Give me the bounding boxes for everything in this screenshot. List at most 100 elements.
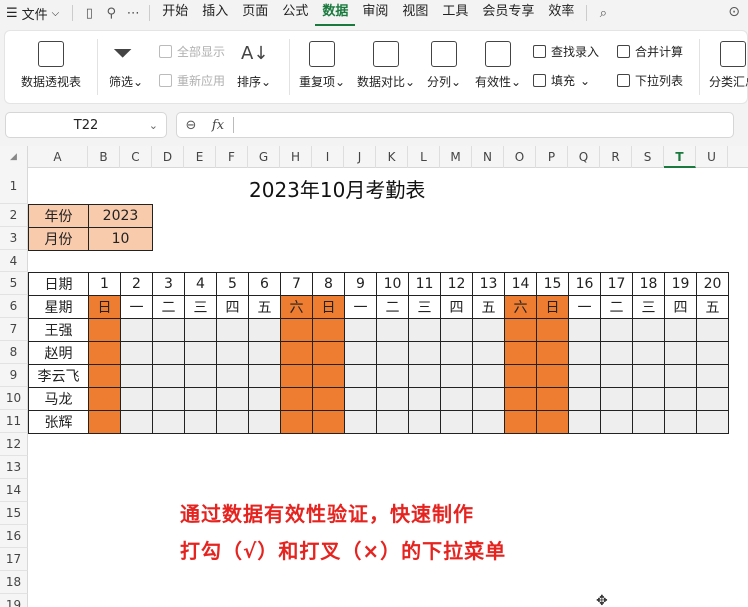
month-value-cell[interactable]: 10 <box>88 227 153 251</box>
attendance-cell[interactable] <box>120 318 153 342</box>
attendance-cell[interactable] <box>664 318 697 342</box>
attendance-cell[interactable] <box>152 364 185 388</box>
validity-button[interactable]: 有效性⌄ <box>475 31 521 90</box>
attendance-cell[interactable] <box>536 387 569 411</box>
weekday-cell[interactable]: 日 <box>312 295 345 319</box>
column-header-K[interactable]: K <box>376 146 408 168</box>
row-header-1[interactable]: 1 <box>0 168 28 204</box>
attendance-cell[interactable] <box>216 387 249 411</box>
attendance-cell[interactable] <box>408 318 441 342</box>
attendance-cell[interactable] <box>504 341 537 365</box>
attendance-cell[interactable] <box>184 410 217 434</box>
show-all-button[interactable]: 全部显示 <box>159 43 225 60</box>
attendance-cell[interactable] <box>184 387 217 411</box>
attendance-cell[interactable] <box>248 318 281 342</box>
weekday-cell[interactable]: 三 <box>184 295 217 319</box>
attendance-cell[interactable] <box>600 364 633 388</box>
zoom-icon[interactable]: ⊖ <box>177 118 205 133</box>
attendance-cell[interactable] <box>472 318 505 342</box>
attendance-cell[interactable] <box>248 364 281 388</box>
attendance-cell[interactable] <box>344 364 377 388</box>
attendance-cell[interactable] <box>408 387 441 411</box>
employee-name-cell[interactable]: 赵明 <box>28 341 89 365</box>
menu-tab-4[interactable]: 数据 <box>315 0 356 26</box>
select-all-corner[interactable]: ◢ <box>0 146 28 168</box>
day-cell[interactable]: 19 <box>664 272 697 296</box>
column-header-F[interactable]: F <box>216 146 248 168</box>
row-header-2[interactable]: 2 <box>0 204 28 227</box>
column-header-N[interactable]: N <box>472 146 504 168</box>
weekday-cell[interactable]: 六 <box>504 295 537 319</box>
attendance-cell[interactable] <box>312 410 345 434</box>
day-cell[interactable]: 12 <box>440 272 473 296</box>
day-cell[interactable]: 13 <box>472 272 505 296</box>
day-cell[interactable]: 20 <box>696 272 729 296</box>
attendance-cell[interactable] <box>568 318 601 342</box>
attendance-cell[interactable] <box>536 410 569 434</box>
row-header-9[interactable]: 9 <box>0 364 28 387</box>
more-icon[interactable]: ⋯ <box>122 6 144 21</box>
attendance-cell[interactable] <box>504 318 537 342</box>
attendance-cell[interactable] <box>696 318 729 342</box>
attendance-cell[interactable] <box>440 364 473 388</box>
name-box[interactable]: T22 ⌄ <box>5 112 167 138</box>
attendance-cell[interactable] <box>440 410 473 434</box>
attendance-cell[interactable] <box>632 364 665 388</box>
day-cell[interactable]: 1 <box>88 272 121 296</box>
column-header-M[interactable]: M <box>440 146 472 168</box>
attendance-cell[interactable] <box>88 318 121 342</box>
day-cell[interactable]: 10 <box>376 272 409 296</box>
attendance-cell[interactable] <box>184 364 217 388</box>
weekday-cell[interactable]: 四 <box>216 295 249 319</box>
attendance-cell[interactable] <box>696 387 729 411</box>
attendance-cell[interactable] <box>344 387 377 411</box>
day-cell[interactable]: 16 <box>568 272 601 296</box>
weekday-cell[interactable]: 三 <box>408 295 441 319</box>
attendance-cell[interactable] <box>536 318 569 342</box>
attendance-cell[interactable] <box>600 387 633 411</box>
chat-icon[interactable]: ⊙ <box>728 4 740 20</box>
day-cell[interactable]: 17 <box>600 272 633 296</box>
column-header-P[interactable]: P <box>536 146 568 168</box>
row-header-8[interactable]: 8 <box>0 341 28 364</box>
row-header-4[interactable]: 4 <box>0 250 28 272</box>
row-header-6[interactable]: 6 <box>0 295 28 318</box>
attendance-cell[interactable] <box>184 341 217 365</box>
attendance-cell[interactable] <box>88 341 121 365</box>
row-header-11[interactable]: 11 <box>0 410 28 433</box>
attendance-cell[interactable] <box>152 318 185 342</box>
column-header-I[interactable]: I <box>312 146 344 168</box>
attendance-cell[interactable] <box>472 341 505 365</box>
weekday-cell[interactable]: 五 <box>248 295 281 319</box>
weekday-cell[interactable]: 五 <box>472 295 505 319</box>
year-value-cell[interactable]: 2023 <box>88 204 153 228</box>
attendance-cell[interactable] <box>472 364 505 388</box>
attendance-cell[interactable] <box>664 387 697 411</box>
attendance-cell[interactable] <box>344 318 377 342</box>
weekday-cell[interactable]: 二 <box>600 295 633 319</box>
dropdown-list-button[interactable]: 下拉列表 <box>617 72 683 89</box>
attendance-cell[interactable] <box>536 341 569 365</box>
split-column-button[interactable]: 分列⌄ <box>427 31 461 90</box>
column-header-H[interactable]: H <box>280 146 312 168</box>
attendance-cell[interactable] <box>600 341 633 365</box>
attendance-cell[interactable] <box>632 387 665 411</box>
column-header-T[interactable]: T <box>664 146 696 168</box>
weekday-cell[interactable]: 日 <box>536 295 569 319</box>
row-header-12[interactable]: 12 <box>0 433 28 456</box>
attendance-cell[interactable] <box>216 410 249 434</box>
menu-tab-2[interactable]: 页面 <box>235 0 275 26</box>
menu-tab-9[interactable]: 效率 <box>541 0 581 26</box>
attendance-cell[interactable] <box>568 341 601 365</box>
menu-tab-7[interactable]: 工具 <box>435 0 475 26</box>
attendance-cell[interactable] <box>408 364 441 388</box>
weekday-cell[interactable]: 三 <box>632 295 665 319</box>
attendance-cell[interactable] <box>632 410 665 434</box>
attendance-cell[interactable] <box>632 341 665 365</box>
sort-button[interactable]: A↓ 排序⌄ <box>237 31 271 90</box>
formula-input[interactable]: ⊖ fx <box>176 112 734 138</box>
attendance-cell[interactable] <box>248 410 281 434</box>
row-header-16[interactable]: 16 <box>0 525 28 548</box>
column-header-L[interactable]: L <box>408 146 440 168</box>
data-compare-button[interactable]: 数据对比⌄ <box>357 31 415 90</box>
